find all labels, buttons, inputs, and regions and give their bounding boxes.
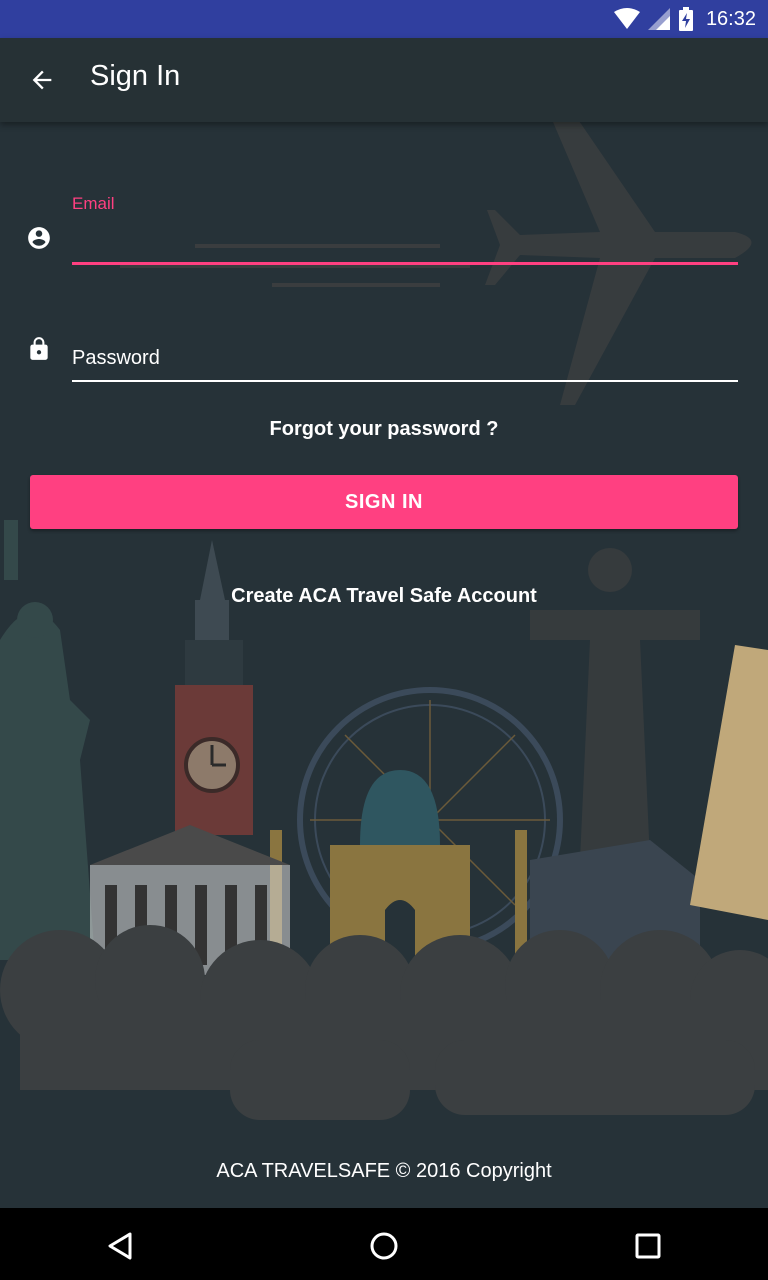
- password-field[interactable]: [72, 336, 738, 382]
- email-label: Email: [72, 194, 115, 213]
- page-title: Sign In: [90, 60, 181, 92]
- back-button[interactable]: [20, 58, 64, 102]
- lock-icon: [30, 337, 48, 360]
- account-circle-icon: [28, 227, 50, 249]
- sign-in-form: Email Forgot your password ? SIGN IN Cre…: [0, 0, 768, 1208]
- back-triangle-icon: [108, 1232, 132, 1260]
- sign-in-button[interactable]: SIGN IN: [30, 475, 738, 529]
- email-field[interactable]: [72, 218, 738, 265]
- recents-square-icon: [635, 1233, 661, 1259]
- nav-home-button[interactable]: [364, 1226, 404, 1266]
- nav-recents-button[interactable]: [628, 1226, 668, 1266]
- copyright-footer: ACA TRAVELSAFE © 2016 Copyright: [216, 1160, 552, 1182]
- home-circle-icon: [370, 1232, 398, 1260]
- system-nav-bar: [0, 1208, 768, 1280]
- app-bar: Sign In: [0, 38, 768, 122]
- forgot-password-link[interactable]: Forgot your password ?: [0, 418, 768, 441]
- arrow-back-icon: [32, 70, 52, 90]
- create-account-link[interactable]: Create ACA Travel Safe Account: [0, 585, 768, 608]
- nav-back-button[interactable]: [100, 1226, 140, 1266]
